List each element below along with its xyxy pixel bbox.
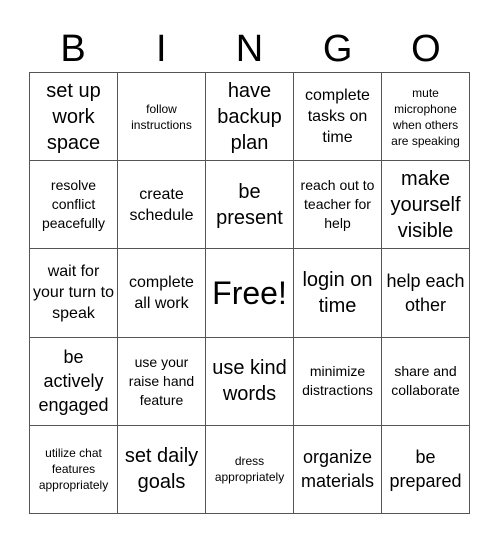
bingo-cell[interactable]: resolve conflict peacefully	[30, 161, 118, 250]
bingo-cell[interactable]: share and collaborate	[382, 337, 470, 426]
cell-text: set daily goals	[124, 445, 199, 494]
cell-text: complete tasks on time	[305, 87, 370, 147]
cell-text: mute microphone when others are speaking	[391, 85, 460, 148]
cell-text: follow instructions	[131, 101, 192, 132]
cell-text: complete all work	[129, 273, 194, 312]
bingo-cell[interactable]: create schedule	[118, 161, 206, 250]
bingo-cell[interactable]: make yourself visible	[382, 161, 470, 250]
bingo-cell[interactable]: wait for your turn to speak	[30, 249, 118, 338]
bingo-cell[interactable]: utilize chat features appropriately	[30, 425, 118, 514]
cell-text: create schedule	[129, 185, 194, 224]
bingo-cell[interactable]: minimize distractions	[294, 337, 382, 426]
header-letter-i: I	[156, 28, 167, 70]
cell-text: make yourself visible	[390, 167, 461, 242]
bingo-cell[interactable]: help each other	[382, 249, 470, 338]
bingo-cell[interactable]: be present	[206, 161, 294, 250]
cell-text: set up work space	[46, 79, 101, 154]
bingo-cell[interactable]: complete tasks on time	[294, 73, 382, 162]
bingo-cell[interactable]: mute microphone when others are speaking	[382, 73, 470, 162]
cell-text: minimize distractions	[302, 363, 373, 399]
cell-text: login on time	[302, 268, 373, 317]
cell-text: help each other	[386, 270, 465, 315]
bingo-cell[interactable]: complete all work	[118, 249, 206, 338]
bingo-cell[interactable]: set daily goals	[118, 425, 206, 514]
cell-text: be present	[216, 180, 283, 229]
header-letter-o: O	[411, 28, 441, 70]
free-space-cell[interactable]: Free!	[206, 249, 294, 338]
cell-text: organize materials	[300, 447, 375, 492]
bingo-header: B I N G O	[29, 26, 470, 72]
bingo-cell[interactable]: use your raise hand feature	[118, 337, 206, 426]
cell-text: share and collaborate	[391, 363, 460, 399]
bingo-cell[interactable]: organize materials	[294, 425, 382, 514]
cell-text: use your raise hand feature	[128, 353, 195, 408]
cell-text: be prepared	[389, 447, 462, 492]
bingo-cell[interactable]: use kind words	[206, 337, 294, 426]
bingo-grid: set up work space follow instructions ha…	[29, 72, 470, 514]
cell-text: have backup plan	[217, 79, 282, 154]
bingo-cell[interactable]: dress appropriately	[206, 425, 294, 514]
cell-text: use kind words	[212, 357, 287, 406]
bingo-cell[interactable]: follow instructions	[118, 73, 206, 162]
header-letter-n: N	[235, 28, 264, 70]
free-space-text: Free!	[212, 274, 287, 311]
header-letter-g: G	[322, 28, 353, 70]
bingo-cell[interactable]: login on time	[294, 249, 382, 338]
cell-text: be actively engaged	[38, 347, 109, 416]
cell-text: wait for your turn to speak	[33, 263, 114, 323]
bingo-cell[interactable]: set up work space	[30, 73, 118, 162]
bingo-cell[interactable]: have backup plan	[206, 73, 294, 162]
cell-text: utilize chat features appropriately	[38, 446, 109, 493]
bingo-cell[interactable]: reach out to teacher for help	[294, 161, 382, 250]
bingo-cell[interactable]: be prepared	[382, 425, 470, 514]
bingo-cell[interactable]: be actively engaged	[30, 337, 118, 426]
cell-text: reach out to teacher for help	[300, 177, 375, 232]
cell-text: dress appropriately	[214, 454, 285, 485]
cell-text: resolve conflict peacefully	[41, 177, 106, 232]
header-letter-b: B	[60, 28, 86, 70]
